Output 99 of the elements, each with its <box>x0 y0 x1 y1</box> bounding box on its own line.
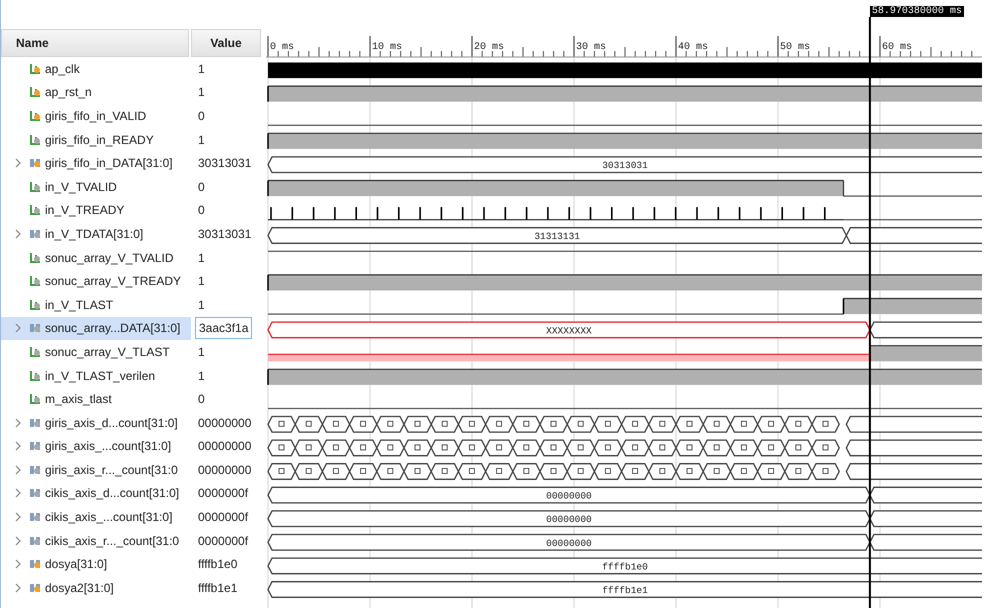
waveform-value-label: 31313131 <box>534 231 580 242</box>
signal-name-row[interactable]: dosya2[31:0] <box>1 576 191 600</box>
signal-name: giris_fifo_in_DATA[31:0] <box>45 155 173 172</box>
expand-chevron-icon[interactable] <box>13 582 23 593</box>
signal-name: in_V_TLAST <box>45 296 114 314</box>
signal-name-row[interactable]: ap_rst_n <box>1 80 191 104</box>
signal-name-row[interactable]: giris_fifo_in_VALID <box>1 104 191 128</box>
signal-value: 1 <box>197 296 206 314</box>
expand-chevron-icon[interactable] <box>13 158 23 168</box>
signal-name-row[interactable]: sonuc_array_V_TLAST <box>1 340 191 364</box>
signal-name: giris_fifo_in_READY <box>45 132 154 149</box>
column-header[interactable]: Name <box>1 29 189 57</box>
waveform-value-label: ffffb1e0 <box>602 561 648 572</box>
signal-name: giris_axis_d...count[31:0] <box>45 414 178 432</box>
time-cursor[interactable] <box>868 17 871 608</box>
signal-name: giris_axis_r..._count[31:0 <box>45 462 178 479</box>
signal-name: dosya2[31:0] <box>45 580 114 597</box>
signal-name: giris_axis_...count[31:0] <box>45 438 172 456</box>
expand-chevron-icon[interactable] <box>13 323 23 334</box>
signal-name: sonuc_array_V_TLAST <box>45 344 170 361</box>
signal-name-row[interactable]: in_V_TLAST_verilen <box>1 364 191 388</box>
signal-name-row[interactable]: sonuc_array_V_TVALID <box>1 246 191 270</box>
signal-name-row[interactable]: dosya[31:0] <box>1 552 191 576</box>
expand-chevron-icon[interactable] <box>13 559 23 570</box>
ruler-label: 30 ms <box>576 42 606 53</box>
signal-name-row[interactable]: cikis_axis_...count[31:0] <box>1 505 191 529</box>
signal-name-row[interactable]: cikis_axis_r..._count[31:0 <box>1 528 191 552</box>
signal-name-row[interactable]: sonuc_array...DATA[31:0] <box>1 316 191 340</box>
waveform-value-label: 00000000 <box>546 514 592 526</box>
signal-name-row[interactable]: giris_fifo_in_READY <box>1 128 191 152</box>
signal-value: ffffb1e0 <box>197 556 238 574</box>
signal-name-row[interactable]: in_V_TREADY <box>1 198 191 222</box>
signal-name: ap_rst_n <box>45 84 92 102</box>
signal-name: cikis_axis_...count[31:0] <box>45 509 172 526</box>
signal-name: dosya[31:0] <box>45 556 108 574</box>
signal-name-row[interactable]: m_axis_tlast <box>1 387 191 411</box>
signal-value: 00000000 <box>197 462 252 479</box>
waveform-value-label: 00000000 <box>546 490 592 502</box>
signal-name-row[interactable]: giris_axis_...count[31:0] <box>1 434 191 458</box>
expand-chevron-icon[interactable] <box>13 488 23 498</box>
signal-name: in_V_TREADY <box>45 202 124 220</box>
waveform-value-label: XXXXXXXX <box>546 325 592 336</box>
signal-value: 30313031 <box>197 155 252 172</box>
ruler-label: 60 ms <box>882 42 912 53</box>
signal-value: 00000000 <box>197 414 252 432</box>
signal-value: 1 <box>197 84 206 102</box>
signal-value: 1 <box>197 132 206 149</box>
signal-value: 30313031 <box>197 226 252 243</box>
waveform-value-label: ffffb1e1 <box>602 585 648 596</box>
signal-name-row[interactable]: cikis_axis_d...count[31:0] <box>1 482 191 506</box>
signal-name: cikis_axis_r..._count[31:0 <box>45 532 180 550</box>
signal-value: ffffb1e1 <box>197 580 238 597</box>
signal-value: 1 <box>197 250 206 267</box>
signal-name: cikis_axis_d...count[31:0] <box>45 485 180 502</box>
signal-name-row[interactable]: ap_clk <box>1 57 191 81</box>
signal-name: sonuc_array...DATA[31:0] <box>45 320 180 338</box>
expand-chevron-icon[interactable] <box>13 228 23 239</box>
ruler-label: 0 ms <box>270 42 294 53</box>
signal-name-row[interactable]: in_V_TVALID <box>1 174 191 199</box>
waveform-value-label: 30313031 <box>602 160 648 172</box>
signal-value: 3aac3f1a <box>195 317 252 340</box>
ruler-label: 10 ms <box>372 42 402 53</box>
signal-name: sonuc_array_V_TVALID <box>45 250 174 267</box>
signal-value: 0000000f <box>197 509 250 526</box>
ruler-label: 40 ms <box>678 42 708 53</box>
signal-name: m_axis_tlast <box>45 391 112 408</box>
signal-name: in_V_TVALID <box>45 178 117 196</box>
signal-name-row[interactable]: sonuc_array_V_TREADY <box>1 269 191 293</box>
signal-value: 0000000f <box>197 485 250 502</box>
signal-name-row[interactable]: giris_axis_d...count[31:0] <box>1 410 191 434</box>
signal-value: 0 <box>197 178 206 196</box>
expand-chevron-icon[interactable] <box>13 464 23 475</box>
expand-chevron-icon[interactable] <box>13 536 23 546</box>
signal-name: in_V_TDATA[31:0] <box>45 226 144 243</box>
signal-name-row[interactable]: in_V_TLAST <box>1 292 191 317</box>
waveform-value-label: 00000000 <box>546 538 592 549</box>
signal-value: 1 <box>197 344 206 361</box>
signal-value: 1 <box>197 60 206 78</box>
signal-name: giris_fifo_in_VALID <box>45 108 146 125</box>
signal-value: 0000000f <box>197 532 250 550</box>
expand-chevron-icon[interactable] <box>13 418 23 428</box>
column-header[interactable]: Value <box>191 29 261 57</box>
ruler-label: 50 ms <box>780 42 810 53</box>
signal-value: 1 <box>197 368 206 385</box>
cursor-time-label: 58.970380000 ms <box>870 6 964 17</box>
signal-value: 00000000 <box>197 438 252 456</box>
signal-name: sonuc_array_V_TREADY <box>45 273 182 290</box>
signal-name: in_V_TLAST_verilen <box>45 368 156 385</box>
signal-value: 0 <box>197 391 206 408</box>
ruler-label: 20 ms <box>474 42 504 53</box>
signal-value: 1 <box>197 273 206 290</box>
signal-value: 0 <box>197 108 206 125</box>
signal-name: ap_clk <box>45 60 80 78</box>
signal-value: 0 <box>197 202 206 220</box>
signal-name-row[interactable]: in_V_TDATA[31:0] <box>1 222 191 246</box>
signal-name-row[interactable]: giris_axis_r..._count[31:0 <box>1 458 191 482</box>
signal-name-row[interactable]: giris_fifo_in_DATA[31:0] <box>1 151 191 175</box>
expand-chevron-icon[interactable] <box>13 441 23 452</box>
expand-chevron-icon[interactable] <box>13 512 23 522</box>
